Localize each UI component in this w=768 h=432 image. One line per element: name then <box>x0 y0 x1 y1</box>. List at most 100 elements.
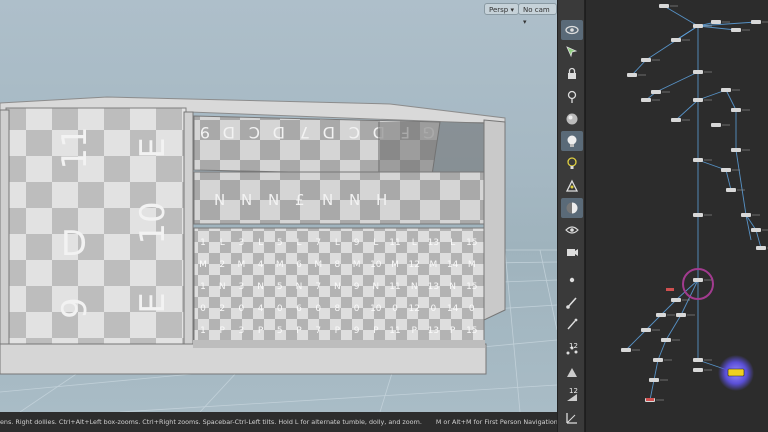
network-node[interactable] <box>711 20 730 24</box>
texture-label: 9 <box>55 297 95 319</box>
network-node[interactable] <box>627 73 646 77</box>
network-node[interactable] <box>651 90 670 94</box>
toolbar-button-light[interactable] <box>561 153 583 173</box>
toolbar-button-light-bulb[interactable] <box>561 131 583 151</box>
shape-icon <box>567 368 577 377</box>
texture-label: P <box>258 326 264 336</box>
network-node[interactable] <box>693 158 712 162</box>
node-wire <box>645 314 662 331</box>
texture-label: 11 <box>389 282 400 292</box>
texture-label: 0 <box>354 304 360 314</box>
toolbar-button-eye[interactable] <box>561 220 583 240</box>
toolbar-button-grid[interactable] <box>561 408 583 428</box>
network-node[interactable] <box>693 70 712 74</box>
camera-menu[interactable]: Persp ▾ <box>484 3 519 15</box>
network-node[interactable] <box>656 313 675 317</box>
node-wire <box>625 329 647 351</box>
network-node[interactable] <box>693 98 712 102</box>
dresser-base-shadow <box>193 340 485 348</box>
toolbar-button-material[interactable] <box>561 198 583 218</box>
texture-label: N <box>241 191 252 209</box>
texture-label: 4 <box>258 304 264 314</box>
toolbar-button-view[interactable] <box>561 20 583 40</box>
texture-label: D <box>273 123 285 142</box>
network-node[interactable] <box>741 213 760 217</box>
network-node[interactable] <box>693 368 712 372</box>
network-node[interactable] <box>751 228 768 232</box>
toolbar-button-brush[interactable] <box>561 292 583 312</box>
toolbar-button-dot[interactable] <box>561 270 583 290</box>
toolbar-button-camera[interactable] <box>561 242 583 262</box>
network-node[interactable] <box>621 348 640 352</box>
network-node[interactable] <box>693 213 712 217</box>
status-hint-first-person: M or Alt+M for First Person Navigation. <box>435 418 557 426</box>
texture-label: P <box>296 326 302 336</box>
network-node[interactable] <box>731 108 750 112</box>
material-icon <box>566 202 578 214</box>
view-icon <box>565 25 579 35</box>
texture-label: 13 <box>428 238 439 248</box>
pin-icon <box>567 90 577 103</box>
toolbar-button-lock[interactable] <box>561 64 583 84</box>
texture-label: 15 <box>466 238 477 248</box>
wand-icon <box>567 318 578 330</box>
toolbar-button-select[interactable] <box>561 42 583 62</box>
texture-label: 9 <box>354 238 360 248</box>
texture-label: 0 <box>277 304 283 314</box>
network-node[interactable] <box>661 338 680 342</box>
texture-label: P <box>219 326 225 336</box>
toolbar-button-wand[interactable] <box>561 314 583 334</box>
network-node[interactable] <box>676 313 695 317</box>
network-node[interactable] <box>731 28 750 32</box>
select-icon <box>566 46 578 58</box>
texture-label: N <box>322 191 333 209</box>
network-node[interactable] <box>671 118 690 122</box>
cam-select-menu[interactable]: No cam ▾ <box>518 3 557 26</box>
toolbar-label-b: 12 <box>569 387 578 395</box>
network-node[interactable] <box>641 328 660 332</box>
display-node[interactable] <box>727 368 745 377</box>
network-node[interactable] <box>721 168 740 172</box>
node-graph[interactable] <box>586 0 768 432</box>
display-toolbar: 12 12 <box>557 0 585 432</box>
node-wire <box>631 59 647 76</box>
network-node[interactable] <box>641 58 660 62</box>
network-node[interactable] <box>731 148 750 152</box>
network-node[interactable] <box>751 20 768 24</box>
network-node[interactable] <box>756 246 768 250</box>
light-bulb-icon <box>567 135 577 147</box>
texture-label: N <box>449 282 456 292</box>
node-wire <box>655 71 699 93</box>
network-node[interactable] <box>671 38 690 42</box>
texture-label: 0 <box>200 304 206 314</box>
scene-viewport[interactable]: 11ED109E 9DCD7DCDFG NNN£NNH 1L3L5L7L9L11… <box>0 0 557 412</box>
texture-label: M <box>430 260 438 270</box>
texture-label: 0 <box>392 304 398 314</box>
toolbar-button-pin[interactable] <box>561 87 583 107</box>
eye-icon <box>565 226 579 234</box>
network-node[interactable] <box>641 98 660 102</box>
network-node[interactable] <box>693 358 712 362</box>
texture-label: L <box>450 238 455 248</box>
node-wire <box>725 169 732 191</box>
node-wire <box>735 149 747 216</box>
network-node[interactable] <box>711 123 730 127</box>
toolbar-button-shape[interactable] <box>561 362 583 382</box>
texture-label: 10 <box>133 201 173 244</box>
texture-label: C <box>349 123 360 142</box>
texture-label: N <box>411 282 418 292</box>
texture-label: 8 <box>335 304 341 314</box>
toolbar-button-snap[interactable] <box>561 176 583 196</box>
toolbar-button-sphere[interactable] <box>561 109 583 129</box>
network-node[interactable] <box>693 278 712 282</box>
texture-label: 9 <box>354 282 360 292</box>
network-node[interactable] <box>659 4 678 8</box>
texture-label: P <box>373 326 379 336</box>
texture-label: 0 <box>239 304 245 314</box>
network-node[interactable] <box>721 88 740 92</box>
network-node[interactable] <box>649 378 668 382</box>
node-network-editor[interactable] <box>586 0 768 432</box>
viewport-scene[interactable]: 11ED109E 9DCD7DCDFG NNN£NNH 1L3L5L7L9L11… <box>0 0 557 412</box>
texture-label: 11 <box>389 326 400 336</box>
network-node[interactable] <box>653 358 672 362</box>
